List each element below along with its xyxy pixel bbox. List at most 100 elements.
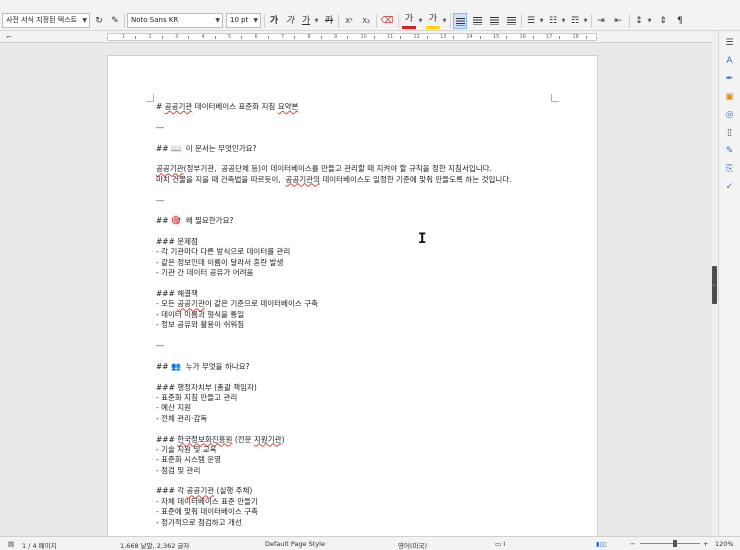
bold-button[interactable]: 가: [267, 13, 281, 29]
document-line[interactable]: - 정기적으로 점검하고 개선: [156, 518, 596, 528]
chevron-down-icon[interactable]: ▼: [560, 13, 567, 29]
document-line[interactable]: [156, 372, 596, 382]
document-body[interactable]: # 공공기관 데이터베이스 표준화 지침 요약본 --- ## 📖 이 문서는 무엇…: [156, 102, 596, 536]
save-status-icon[interactable]: ▤: [8, 540, 14, 548]
document-line[interactable]: - 같은 정보인데 이름이 달라서 혼란 발생: [156, 258, 596, 268]
bullet-list-button[interactable]: ☰: [524, 13, 538, 29]
word-count[interactable]: 1,668 낱말, 2,362 글자: [120, 540, 189, 550]
document-line[interactable]: - 표준화 시스템 운영: [156, 455, 596, 465]
styles-icon[interactable]: ✒: [723, 73, 736, 86]
document-line[interactable]: ---: [156, 341, 596, 351]
text-language[interactable]: 영어(미국): [398, 540, 427, 550]
font-name-select[interactable]: Noto Sans KR ▼: [127, 13, 223, 28]
document-line[interactable]: - 데이터 이름과 형식을 통일: [156, 310, 596, 320]
font-color-button[interactable]: 가: [402, 13, 416, 29]
document-line[interactable]: - 각 기관마다 다른 방식으로 데이터를 관리: [156, 247, 596, 257]
document-line[interactable]: [156, 424, 596, 434]
decrease-indent-icon[interactable]: ⇤: [611, 13, 625, 29]
font-size-select[interactable]: 10 pt ▼: [226, 13, 261, 28]
outline-list-button[interactable]: ☶: [568, 13, 582, 29]
align-left-button[interactable]: [453, 13, 467, 29]
align-right-button[interactable]: [487, 13, 501, 29]
document-line[interactable]: ---: [156, 196, 596, 206]
highlight-color-button[interactable]: 가: [426, 13, 440, 29]
chevron-down-icon[interactable]: ▼: [646, 13, 653, 29]
document-line[interactable]: - 정보 공유와 활용이 쉬워짐: [156, 320, 596, 330]
chevron-down-icon[interactable]: ▼: [417, 13, 424, 29]
document-line[interactable]: - 점검 및 관리: [156, 466, 596, 476]
document-line[interactable]: ---: [156, 123, 596, 133]
design-icon[interactable]: ✓: [723, 181, 736, 194]
document-line[interactable]: ## 👥 누가 무엇을 하나요?: [156, 362, 596, 372]
insert-mode-icon[interactable]: ▭ I: [495, 540, 505, 548]
document-line[interactable]: - 표준에 맞춰 데이터베이스 구축: [156, 507, 596, 517]
numbered-list-button[interactable]: ☷: [546, 13, 560, 29]
document-line[interactable]: ### 한국정보화진흥원 (전문 지원기관): [156, 435, 596, 445]
document-line[interactable]: [156, 331, 596, 341]
zoom-out-icon[interactable]: −: [630, 540, 635, 548]
document-line[interactable]: - 기관 간 데이터 공유가 어려움: [156, 268, 596, 278]
chevron-down-icon[interactable]: ▼: [538, 13, 545, 29]
document-line[interactable]: ### 해결책: [156, 289, 596, 299]
document-line[interactable]: [156, 154, 596, 164]
paragraph-spacing-icon[interactable]: ⇕: [656, 13, 670, 29]
document-workspace[interactable]: # 공공기관 데이터베이스 표준화 지침 요약본 --- ## 📖 이 문서는 무엇…: [0, 43, 712, 536]
document-line[interactable]: ### 행정자치부 (총괄 책임자): [156, 383, 596, 393]
zoom-slider[interactable]: [640, 543, 700, 544]
document-line[interactable]: [156, 133, 596, 143]
document-line[interactable]: - 전체 관리·감독: [156, 414, 596, 424]
document-line[interactable]: [156, 185, 596, 195]
document-line[interactable]: [156, 112, 596, 122]
manage-changes-icon[interactable]: ⎘: [723, 163, 736, 176]
chevron-down-icon[interactable]: ▼: [441, 13, 448, 29]
document-line[interactable]: - 표준화 지침 만들고 관리: [156, 393, 596, 403]
increase-indent-icon[interactable]: ⇥: [594, 13, 608, 29]
zoom-level[interactable]: 120%: [715, 540, 734, 548]
document-line[interactable]: - 기술 지원 및 교육: [156, 445, 596, 455]
collapse-arrow-icon[interactable]: ›: [713, 283, 715, 289]
document-line[interactable]: [156, 206, 596, 216]
clear-formatting-icon[interactable]: ⌫: [380, 13, 394, 29]
strikethrough-button[interactable]: 카: [322, 13, 336, 29]
document-line[interactable]: [156, 227, 596, 237]
subscript-button[interactable]: X₂: [359, 13, 373, 29]
align-center-button[interactable]: [470, 13, 484, 29]
document-line[interactable]: - 자체 데이터베이스 표준 만들기: [156, 497, 596, 507]
justify-button[interactable]: [504, 13, 518, 29]
document-line[interactable]: ## 📖 이 문서는 무엇인가요?: [156, 144, 596, 154]
paragraph-style-select[interactable]: 사전 서식 지정된 텍스트 ▼: [2, 13, 90, 28]
document-line[interactable]: ## 🎯 왜 필요한가요?: [156, 216, 596, 226]
page-style[interactable]: Default Page Style: [265, 540, 325, 548]
document-line[interactable]: # 공공기관 데이터베이스 표준화 지침 요약본: [156, 102, 596, 112]
document-line[interactable]: - 예산 지원: [156, 403, 596, 413]
tab-stop-icon[interactable]: ⌐: [6, 33, 12, 41]
document-line[interactable]: [156, 279, 596, 289]
chevron-down-icon[interactable]: ▼: [313, 13, 320, 29]
document-page[interactable]: # 공공기관 데이터베이스 표준화 지침 요약본 --- ## 📖 이 문서는 무엇…: [107, 55, 598, 536]
gallery-icon[interactable]: ▣: [723, 91, 736, 104]
properties-icon[interactable]: A: [723, 55, 736, 68]
document-line[interactable]: 공공기관(정부기관, 공공단체 등)이 데이터베이스를 만들고 관리할 때 지켜…: [156, 164, 596, 174]
superscript-button[interactable]: X²: [342, 13, 356, 29]
view-layout-icon[interactable]: ▮▯▯: [596, 540, 607, 548]
document-line[interactable]: - 모든 공공기관이 같은 기준으로 데이터베이스 구축: [156, 299, 596, 309]
document-line[interactable]: [156, 476, 596, 486]
update-style-icon[interactable]: ↻: [92, 13, 106, 29]
horizontal-ruler[interactable]: ⌐ 1 2 3 4 5 6 7 8 9 10 11 12 13 14 15 16 17 18: [0, 31, 712, 43]
document-line[interactable]: 마치 건물을 지을 때 건축법을 따르듯이, 공공기관의 데이터베이스도 일정한…: [156, 175, 596, 185]
zoom-slider-thumb[interactable]: [673, 540, 677, 547]
chevron-down-icon[interactable]: ▼: [582, 13, 589, 29]
zoom-in-icon[interactable]: +: [703, 540, 708, 548]
page-icon[interactable]: ▯: [723, 127, 736, 140]
underline-button[interactable]: 가: [299, 13, 313, 29]
line-spacing-button[interactable]: ↕: [632, 13, 646, 29]
page-count[interactable]: 1 / 4 페이지: [22, 540, 57, 550]
paragraph-settings-icon[interactable]: ¶: [673, 13, 687, 29]
sidebar-menu-icon[interactable]: ☰: [723, 37, 736, 50]
document-line[interactable]: [156, 528, 596, 536]
italic-button[interactable]: 가: [283, 13, 297, 29]
new-style-icon[interactable]: ✎: [108, 13, 122, 29]
document-line[interactable]: [156, 351, 596, 361]
document-line[interactable]: ### 문제점: [156, 237, 596, 247]
document-line[interactable]: ### 각 공공기관 (실행 주체): [156, 486, 596, 496]
